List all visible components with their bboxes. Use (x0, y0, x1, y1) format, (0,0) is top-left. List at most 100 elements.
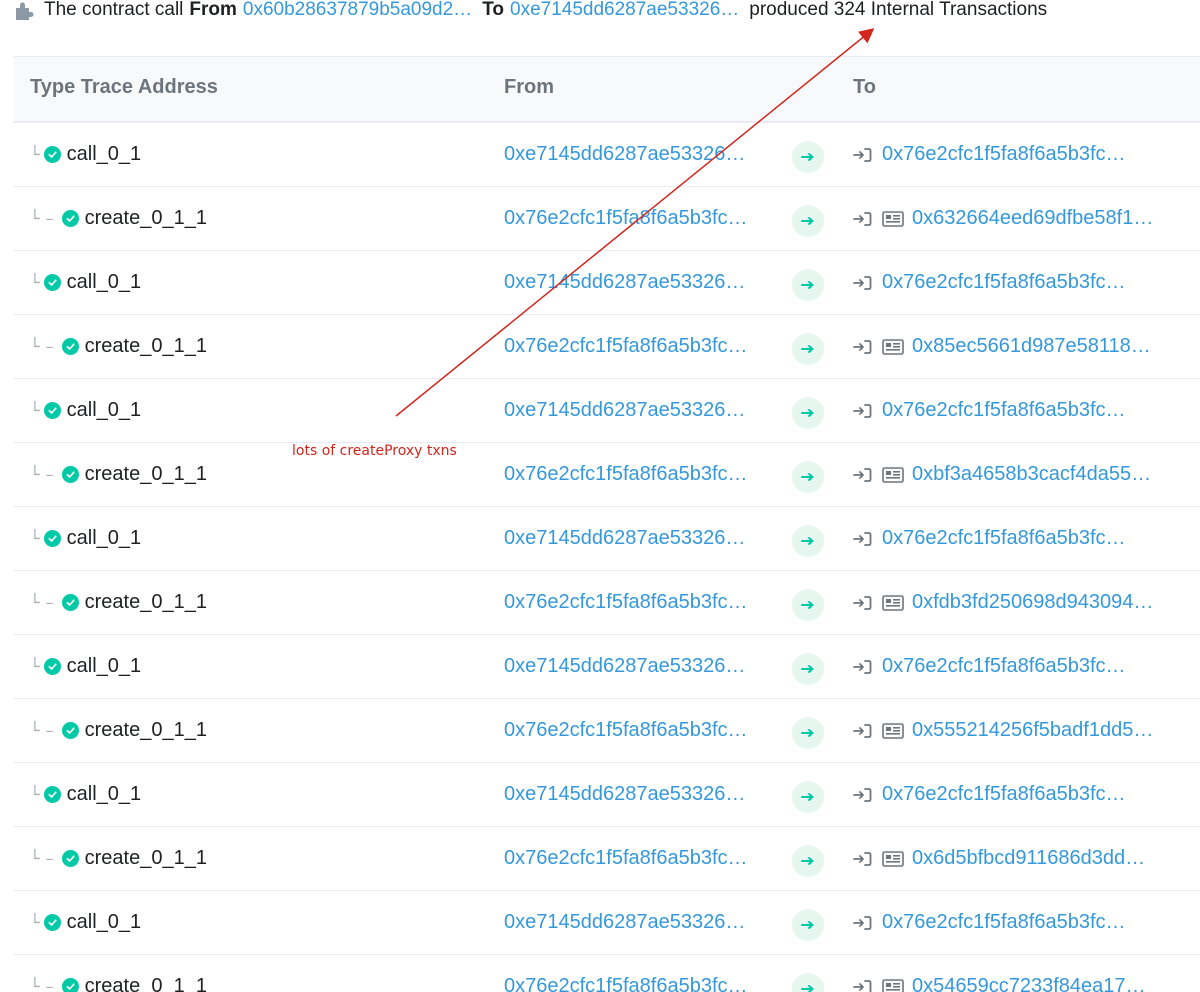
to-address-link[interactable]: 0x76e2cfc1f5fa8f6a5b3fc… (882, 399, 1126, 422)
sign-in-icon (853, 723, 872, 738)
internal-tx-table: Type Trace Address From To └ call_0_1 0xe7… (14, 56, 1200, 992)
summary-to-address[interactable]: 0xe7145dd6287ae53326… (510, 0, 739, 21)
type-trace-cell: └ call_0_1 (30, 379, 141, 442)
to-address-link[interactable]: 0x76e2cfc1f5fa8f6a5b3fc… (882, 655, 1126, 678)
table-row: └ call_0_1 0xe7145dd6287ae53326… 0x76e2cfc1… (14, 251, 1200, 315)
to-address-link[interactable]: 0x76e2cfc1f5fa8f6a5b3fc… (882, 271, 1126, 294)
to-address-link[interactable]: 0xfdb3fd250698d943094… (912, 591, 1153, 614)
sign-in-icon (853, 339, 872, 354)
type-trace-cell: └ – create_0_1_1 (30, 187, 207, 250)
trace-type: create_0_1_1 (84, 719, 207, 741)
to-address-link[interactable]: 0x85ec5661d987e58118… (912, 335, 1151, 358)
header-to: To (853, 76, 876, 98)
contract-icon (882, 850, 904, 867)
internal-tx-summary: The contract call From 0x60b28637879b5a0… (14, 0, 1053, 24)
check-circle-icon (61, 722, 79, 739)
summary-to-label: To (482, 0, 504, 20)
table-row: └ – create_0_1_1 0x76e2cfc1f5fa8f6a5b3fc… 0x… (14, 699, 1200, 763)
sign-in-icon (853, 915, 872, 930)
from-address-link[interactable]: 0x76e2cfc1f5fa8f6a5b3fc… (504, 955, 748, 992)
from-address-link[interactable]: 0x76e2cfc1f5fa8f6a5b3fc… (504, 827, 748, 890)
trace-type: create_0_1_1 (84, 207, 207, 229)
contract-icon (882, 338, 904, 355)
from-address-link[interactable]: 0xe7145dd6287ae53326… (504, 379, 745, 442)
to-cell: 0x54659cc7233f84ea17… (853, 955, 1146, 992)
direction-cell (792, 891, 824, 954)
sign-in-icon (853, 275, 872, 290)
table-row: └ – create_0_1_1 0x76e2cfc1f5fa8f6a5b3fc… 0x… (14, 827, 1200, 891)
sign-in-icon (853, 787, 872, 802)
tree-dash-icon: – (45, 977, 54, 992)
from-address-link[interactable]: 0x76e2cfc1f5fa8f6a5b3fc… (504, 315, 748, 378)
arrow-right-icon (792, 716, 824, 749)
tree-branch-icon: └ (30, 209, 40, 228)
arrow-right-icon (792, 332, 824, 365)
to-cell: 0xfdb3fd250698d943094… (853, 571, 1153, 634)
to-cell: 0x85ec5661d987e58118… (853, 315, 1151, 378)
sign-in-icon (853, 403, 872, 418)
to-cell: 0x76e2cfc1f5fa8f6a5b3fc… (853, 123, 1126, 186)
puzzle-icon (16, 2, 34, 20)
check-circle-icon (61, 210, 79, 227)
from-address-link[interactable]: 0x76e2cfc1f5fa8f6a5b3fc… (504, 571, 748, 634)
arrow-right-icon (792, 844, 824, 877)
sign-in-icon (853, 595, 872, 610)
tree-dash-icon: – (45, 721, 54, 740)
to-cell: 0x555214256f5badf1dd5… (853, 699, 1153, 762)
tree-branch-icon: └ (30, 465, 40, 484)
contract-icon (882, 722, 904, 739)
type-trace-cell: └ call_0_1 (30, 123, 141, 186)
to-address-link[interactable]: 0x555214256f5badf1dd5… (912, 719, 1153, 742)
from-address-link[interactable]: 0xe7145dd6287ae53326… (504, 635, 745, 698)
arrow-right-icon (792, 140, 824, 173)
table-row: └ call_0_1 0xe7145dd6287ae53326… 0x76e2cfc1… (14, 123, 1200, 187)
tree-dash-icon: – (45, 593, 54, 612)
tree-branch-icon: └ (30, 913, 40, 932)
summary-from-address[interactable]: 0x60b28637879b5a09d2… (243, 0, 472, 21)
to-address-link[interactable]: 0x632664eed69dfbe58f1… (912, 207, 1153, 230)
arrow-right-icon (792, 268, 824, 301)
summary-prefix: The contract call (44, 0, 184, 20)
table-row: └ call_0_1 0xe7145dd6287ae53326… 0x76e2cfc1… (14, 379, 1200, 443)
from-address-link[interactable]: 0x76e2cfc1f5fa8f6a5b3fc… (504, 187, 748, 250)
trace-type: create_0_1_1 (84, 463, 207, 485)
trace-type: create_0_1_1 (84, 335, 207, 357)
to-cell: 0x6d5bfbcd911686d3dd… (853, 827, 1145, 890)
from-address-link[interactable]: 0xe7145dd6287ae53326… (504, 251, 745, 314)
from-address-link[interactable]: 0xe7145dd6287ae53326… (504, 507, 745, 570)
tree-dash-icon: – (45, 337, 54, 356)
tree-branch-icon: └ (30, 785, 40, 804)
arrow-right-icon (792, 972, 824, 992)
to-address-link[interactable]: 0x54659cc7233f84ea17… (912, 975, 1146, 992)
direction-cell (792, 443, 824, 506)
from-address-link[interactable]: 0xe7145dd6287ae53326… (504, 763, 745, 826)
table-row: └ – create_0_1_1 0x76e2cfc1f5fa8f6a5b3fc… 0x… (14, 187, 1200, 251)
header-type-trace-address: Type Trace Address (30, 76, 218, 98)
to-address-link[interactable]: 0x76e2cfc1f5fa8f6a5b3fc… (882, 911, 1126, 934)
to-address-link[interactable]: 0xbf3a4658b3cacf4da55… (912, 463, 1151, 486)
to-address-link[interactable]: 0x76e2cfc1f5fa8f6a5b3fc… (882, 143, 1126, 166)
sign-in-icon (853, 531, 872, 546)
from-address-link[interactable]: 0xe7145dd6287ae53326… (504, 123, 745, 186)
to-address-link[interactable]: 0x76e2cfc1f5fa8f6a5b3fc… (882, 527, 1126, 550)
internal-transactions-page: The contract call From 0x60b28637879b5a0… (0, 0, 1200, 992)
table-row: └ call_0_1 0xe7145dd6287ae53326… 0x76e2cfc1… (14, 891, 1200, 955)
tree-dash-icon: – (45, 465, 54, 484)
contract-icon (882, 978, 904, 992)
table-row: └ – create_0_1_1 0x76e2cfc1f5fa8f6a5b3fc… 0x… (14, 955, 1200, 992)
to-address-link[interactable]: 0x6d5bfbcd911686d3dd… (912, 847, 1145, 870)
to-cell: 0x76e2cfc1f5fa8f6a5b3fc… (853, 379, 1126, 442)
sign-in-icon (853, 851, 872, 866)
from-address-link[interactable]: 0xe7145dd6287ae53326… (504, 891, 745, 954)
direction-cell (792, 955, 824, 992)
type-trace-cell: └ call_0_1 (30, 635, 141, 698)
table-row: └ – create_0_1_1 0x76e2cfc1f5fa8f6a5b3fc… 0x… (14, 571, 1200, 635)
trace-type: create_0_1_1 (84, 847, 207, 869)
to-address-link[interactable]: 0x76e2cfc1f5fa8f6a5b3fc… (882, 783, 1126, 806)
from-address-link[interactable]: 0x76e2cfc1f5fa8f6a5b3fc… (504, 699, 748, 762)
sign-in-icon (853, 979, 872, 992)
direction-cell (792, 251, 824, 314)
from-address-link[interactable]: 0x76e2cfc1f5fa8f6a5b3fc… (504, 443, 748, 506)
table-body: └ call_0_1 0xe7145dd6287ae53326… 0x76e2cfc1… (14, 123, 1200, 992)
sign-in-icon (853, 211, 872, 226)
